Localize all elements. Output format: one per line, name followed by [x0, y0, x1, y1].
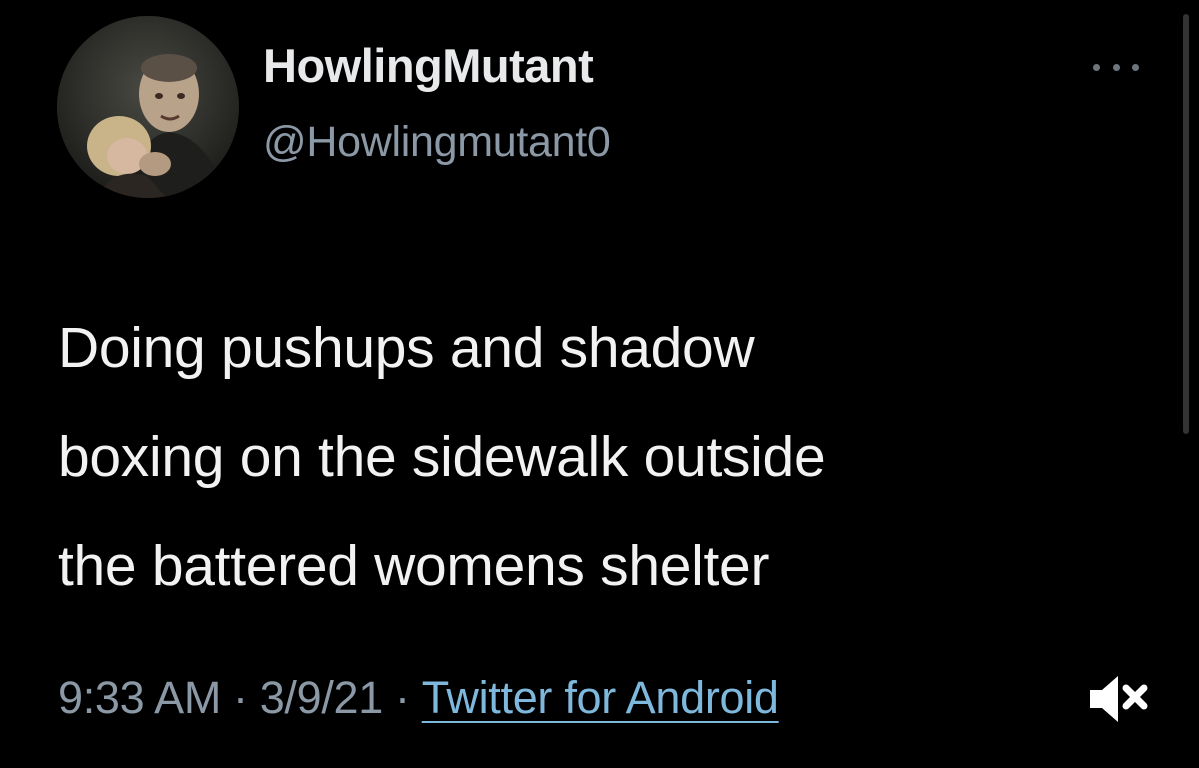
- tweet-date[interactable]: 3/9/21: [260, 672, 384, 723]
- tweet-text-line: boxing on the sidewalk outside: [58, 425, 826, 489]
- more-options-icon[interactable]: [1093, 52, 1139, 82]
- user-handle[interactable]: @Howlingmutant0: [263, 118, 611, 167]
- avatar[interactable]: [57, 16, 239, 198]
- tweet-source-link[interactable]: Twitter for Android: [422, 672, 779, 723]
- tweet-text: Doing pushups and shadow boxing on the s…: [58, 294, 1138, 621]
- separator: ·: [233, 672, 248, 723]
- tweet-card: HowlingMutant @Howlingmutant0 Doing push…: [0, 0, 1199, 768]
- separator: ·: [395, 672, 410, 723]
- tweet-text-line: the battered womens shelter: [58, 534, 770, 598]
- display-name[interactable]: HowlingMutant: [263, 38, 594, 93]
- tweet-text-line: Doing pushups and shadow: [58, 316, 755, 380]
- scrollbar[interactable]: [1183, 14, 1189, 434]
- tweet-time[interactable]: 9:33 AM: [58, 672, 221, 723]
- avatar-image: [57, 16, 239, 198]
- tweet-metadata: 9:33 AM · 3/9/21 · Twitter for Android: [58, 672, 779, 724]
- volume-muted-icon[interactable]: [1086, 672, 1150, 726]
